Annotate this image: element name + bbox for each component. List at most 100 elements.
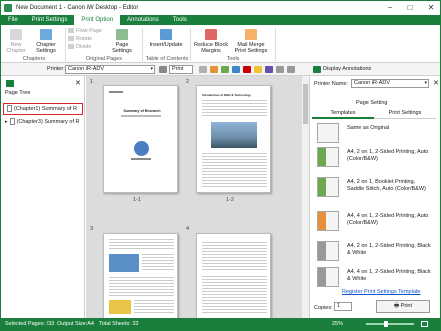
photo-image <box>211 122 257 148</box>
print-button-small[interactable]: Print <box>169 65 193 74</box>
tab-annotations[interactable]: Annotations <box>120 15 166 25</box>
printer-name-label: Printer Name: <box>314 81 348 87</box>
print-button[interactable]: 🖶 Print <box>376 300 430 313</box>
tab-print-option[interactable]: Print Option <box>74 15 121 25</box>
printer-toolbar: Printer: Canon iR-ADV ▾ Print Display Ann… <box>1 63 440 76</box>
page-thumbnail[interactable] <box>196 233 271 318</box>
printer-icon: 🖶 <box>393 303 401 309</box>
app-window: New Document 1 - Canon iW Desktop - Edit… <box>0 0 441 331</box>
page-tree-icon[interactable] <box>6 80 14 87</box>
display-annotations-toggle[interactable]: Display Annotations <box>323 66 371 72</box>
flow-page-icon <box>68 28 74 34</box>
body-text <box>202 100 267 118</box>
status-bar: Selected Pages: /33 Output Size:A4 Total… <box>1 318 440 330</box>
mail-merge-icon <box>245 29 257 40</box>
status-output-size: Output Size:A4 <box>57 321 94 327</box>
scrollbar-thumb[interactable] <box>303 84 308 124</box>
setting-thumbnail-icon <box>317 211 339 231</box>
photo-image <box>109 254 139 272</box>
body-text <box>109 239 174 251</box>
group-divider <box>65 28 66 61</box>
tab-tools[interactable]: Tools <box>166 15 194 25</box>
subtitle-line <box>121 115 161 117</box>
printer-name-select[interactable]: Canon iR-ADV ▾ <box>351 79 429 88</box>
zoom-icon[interactable] <box>232 66 240 73</box>
page-title: Summary of Research <box>123 109 161 113</box>
page-view[interactable]: 1 Summary of Research 1-1 2 Introduction… <box>86 76 309 318</box>
stamp-icon[interactable] <box>265 66 273 73</box>
annotation-icon[interactable] <box>210 66 218 73</box>
flow-page-button[interactable]: Flow Page <box>68 28 102 35</box>
print-settings-pane: Printer Name: Canon iR-ADV ▾ ✕ Page Setti… <box>309 76 440 318</box>
maximize-button[interactable]: □ <box>403 1 417 15</box>
setting-thumbnail-icon <box>317 241 339 261</box>
group-label-toc: Table of Contents <box>145 56 189 62</box>
tree-item-chapter3[interactable]: ▸ (Chapter3) Summary of R <box>5 118 79 126</box>
delete-icon[interactable] <box>243 66 251 73</box>
table-of-contents-icon <box>160 29 172 40</box>
ribbon-tabs: File Print Settings Print Option Annotat… <box>1 15 440 25</box>
page-thumbnail[interactable] <box>103 233 178 318</box>
copies-stepper[interactable]: 1 <box>334 302 352 311</box>
printer-select[interactable]: Canon iR-ADV ▾ <box>65 65 155 74</box>
zoom-slider-knob[interactable] <box>384 321 388 327</box>
body-text <box>134 300 174 314</box>
app-icon <box>4 4 12 12</box>
preview-icon[interactable] <box>221 66 229 73</box>
close-button[interactable]: ✕ <box>424 1 438 15</box>
setting-item[interactable]: A4, 2 on 1, Booklet Printing, Saddle Sti… <box>317 177 432 209</box>
tab-print-settings-panel[interactable]: Print Settings <box>374 109 436 119</box>
mail-merge-button[interactable]: Mail Merge Print Settings <box>231 29 271 54</box>
redo-icon[interactable] <box>287 66 295 73</box>
chart-image <box>109 300 131 314</box>
zoom-level: 25% <box>332 321 344 327</box>
vertical-scrollbar[interactable] <box>302 76 309 318</box>
tab-print-settings[interactable]: Print Settings <box>25 15 75 25</box>
tree-item-chapter1[interactable]: (Chapter1) Summary of R <box>5 105 77 113</box>
document-icon <box>9 118 15 126</box>
insert-update-button[interactable]: Insert/Update <box>147 29 185 48</box>
display-annotations-icon <box>313 66 321 73</box>
page-caption: 1-1 <box>133 197 141 203</box>
page-number: 3 <box>90 226 94 232</box>
page-settings-button[interactable]: Page Settings <box>105 29 139 54</box>
expand-icon[interactable]: ▸ <box>5 119 8 125</box>
setting-item[interactable]: A4, 4 on 1, 2-Sided Printing, Auto (Colo… <box>317 211 432 239</box>
rotate-button[interactable]: Rotate <box>68 36 92 43</box>
setting-item[interactable]: A4, 4 on 1, 2-Sided Printing, Black & Wh… <box>317 267 432 291</box>
highlight-icon[interactable] <box>254 66 262 73</box>
reduce-margins-icon <box>205 29 217 40</box>
rotate-icon <box>68 36 74 42</box>
copies-icon[interactable] <box>159 66 167 73</box>
page-title: Introduction of R&D & Technology <box>202 93 251 97</box>
zoom-slider[interactable] <box>366 321 414 327</box>
page-thumbnail[interactable]: Summary of Research <box>103 85 178 193</box>
setting-item[interactable]: Same as Original <box>317 123 432 145</box>
close-pane-icon[interactable]: ✕ <box>75 79 81 87</box>
reduce-block-margins-button[interactable]: Reduce Block Margins <box>193 29 229 54</box>
new-chapter-button[interactable]: New Chapter <box>5 29 27 54</box>
select-tool-icon[interactable] <box>199 66 207 73</box>
divide-button[interactable]: Divide <box>68 44 91 51</box>
tab-templates[interactable]: Templates <box>312 109 374 119</box>
group-divider <box>190 28 191 61</box>
setting-thumbnail-icon <box>317 267 339 287</box>
group-label-original-pages: Original Pages <box>85 56 123 62</box>
undo-icon[interactable] <box>276 66 284 73</box>
minimize-button[interactable]: − <box>383 1 397 15</box>
body-text <box>202 242 267 272</box>
tab-file[interactable]: File <box>1 15 25 25</box>
ribbon: New Chapter Chapter Settings Flow Page R… <box>1 25 440 63</box>
page-thumbnail[interactable]: Introduction of R&D & Technology <box>196 85 271 193</box>
setting-thumbnail-icon <box>317 177 339 197</box>
fit-page-icon[interactable] <box>421 321 428 327</box>
chapter-settings-button[interactable]: Chapter Settings <box>31 29 61 54</box>
register-template-link[interactable]: Register Print Settings Template <box>342 289 420 295</box>
chevron-down-icon: ▾ <box>150 66 153 72</box>
printer-label: Printer: <box>47 66 65 72</box>
status-selected-pages: Selected Pages: /33 <box>5 321 55 327</box>
close-pane-icon[interactable]: ✕ <box>433 79 439 87</box>
page-caption: 1-2 <box>226 197 234 203</box>
setting-item[interactable]: A4, 2 on 1, 2-Sided Printing, Auto (Colo… <box>317 147 432 175</box>
setting-item[interactable]: A4, 2 on 1, 2-Sided Printing, Black & Wh… <box>317 241 432 265</box>
